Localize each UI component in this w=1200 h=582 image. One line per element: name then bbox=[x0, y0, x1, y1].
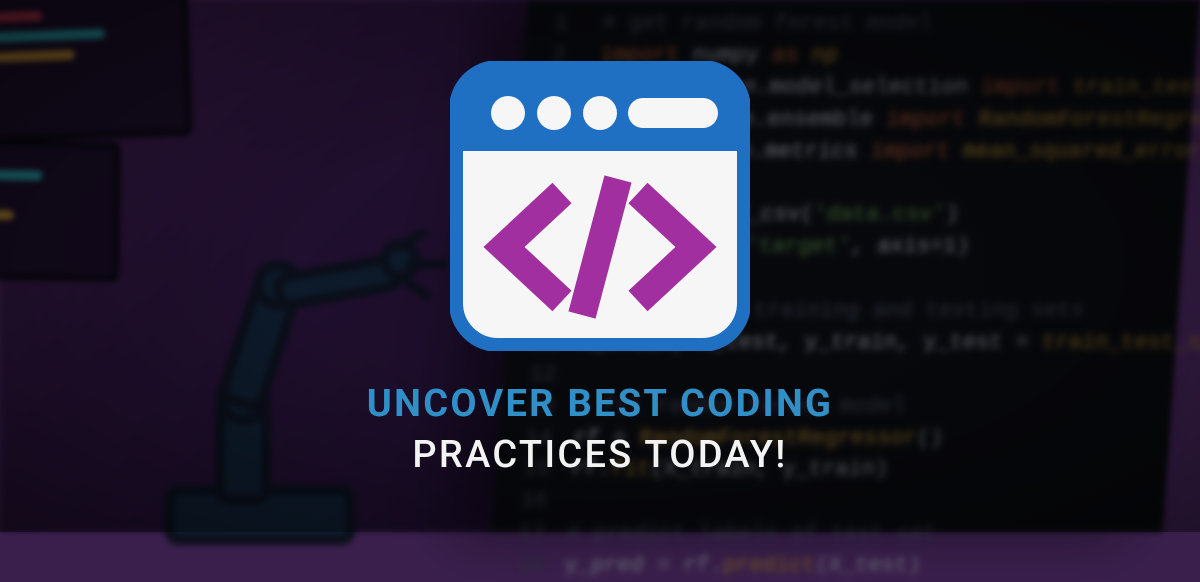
headline: UNCOVER BEST CODING PRACTICES TODAY! bbox=[367, 379, 833, 482]
headline-line-2: PRACTICES TODAY! bbox=[367, 430, 833, 481]
headline-line-1: UNCOVER BEST CODING bbox=[367, 379, 833, 430]
foreground: UNCOVER BEST CODING PRACTICES TODAY! bbox=[0, 0, 1200, 532]
code-window-icon bbox=[450, 61, 750, 351]
